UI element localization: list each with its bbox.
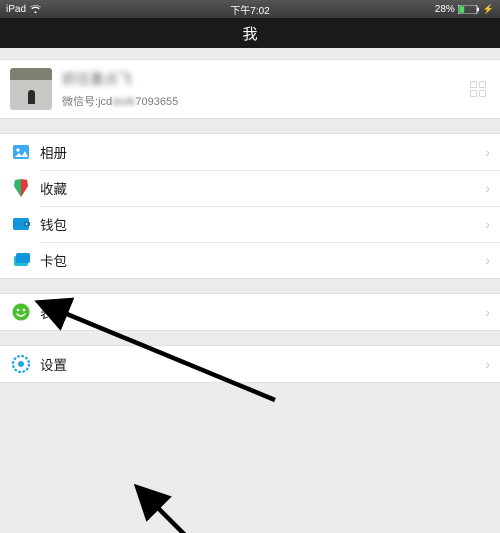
battery-icon <box>458 5 480 14</box>
status-time: 下午7:02 <box>0 2 500 17</box>
favorites-icon <box>10 177 32 199</box>
menu-label: 相册 <box>40 142 67 162</box>
status-battery-pct: 28% <box>435 4 455 15</box>
chevron-right-icon: › <box>485 216 490 232</box>
menu-item-photos[interactable]: 相册 › <box>0 134 500 170</box>
menu-item-stickers[interactable]: 表情 › <box>0 294 500 330</box>
nav-bar: 我 <box>0 18 500 48</box>
profile-nickname: 抓住重点飞 <box>62 69 470 89</box>
wifi-icon <box>30 5 41 14</box>
qr-icon <box>470 81 486 97</box>
menu-label: 卡包 <box>40 250 67 270</box>
profile-wxid: 微信号: jcd dsdk 7093655 <box>62 93 470 109</box>
status-bar: iPad 下午7:02 28% ⚡ <box>0 0 500 18</box>
menu-group-3: 设置 › <box>0 345 500 383</box>
chevron-right-icon: › <box>485 144 490 160</box>
menu-group-1: 相册 › 收藏 › 钱包 › 卡包 › <box>0 133 500 279</box>
menu-group-2: 表情 › <box>0 293 500 331</box>
chevron-right-icon: › <box>485 180 490 196</box>
menu-label: 表情 <box>40 302 67 322</box>
chevron-right-icon: › <box>485 356 490 372</box>
stickers-icon <box>10 301 32 323</box>
menu-label: 收藏 <box>40 178 67 198</box>
menu-item-settings[interactable]: 设置 › <box>0 346 500 382</box>
charging-icon: ⚡ <box>483 4 494 15</box>
status-device: iPad <box>6 4 26 15</box>
menu-item-cards[interactable]: 卡包 › <box>0 242 500 278</box>
profile-section: 抓住重点飞 微信号: jcd dsdk 7093655 <box>0 59 500 119</box>
nav-title: 我 <box>242 23 257 44</box>
menu-item-favorites[interactable]: 收藏 › <box>0 170 500 206</box>
chevron-right-icon: › <box>485 252 490 268</box>
menu-label: 钱包 <box>40 214 67 234</box>
wallet-icon <box>10 213 32 235</box>
profile-row[interactable]: 抓住重点飞 微信号: jcd dsdk 7093655 <box>0 60 500 118</box>
photos-icon <box>10 141 32 163</box>
menu-item-wallet[interactable]: 钱包 › <box>0 206 500 242</box>
menu-label: 设置 <box>40 354 67 374</box>
chevron-right-icon: › <box>485 304 490 320</box>
avatar <box>10 68 52 110</box>
settings-icon <box>10 353 32 375</box>
cards-icon <box>10 249 32 271</box>
